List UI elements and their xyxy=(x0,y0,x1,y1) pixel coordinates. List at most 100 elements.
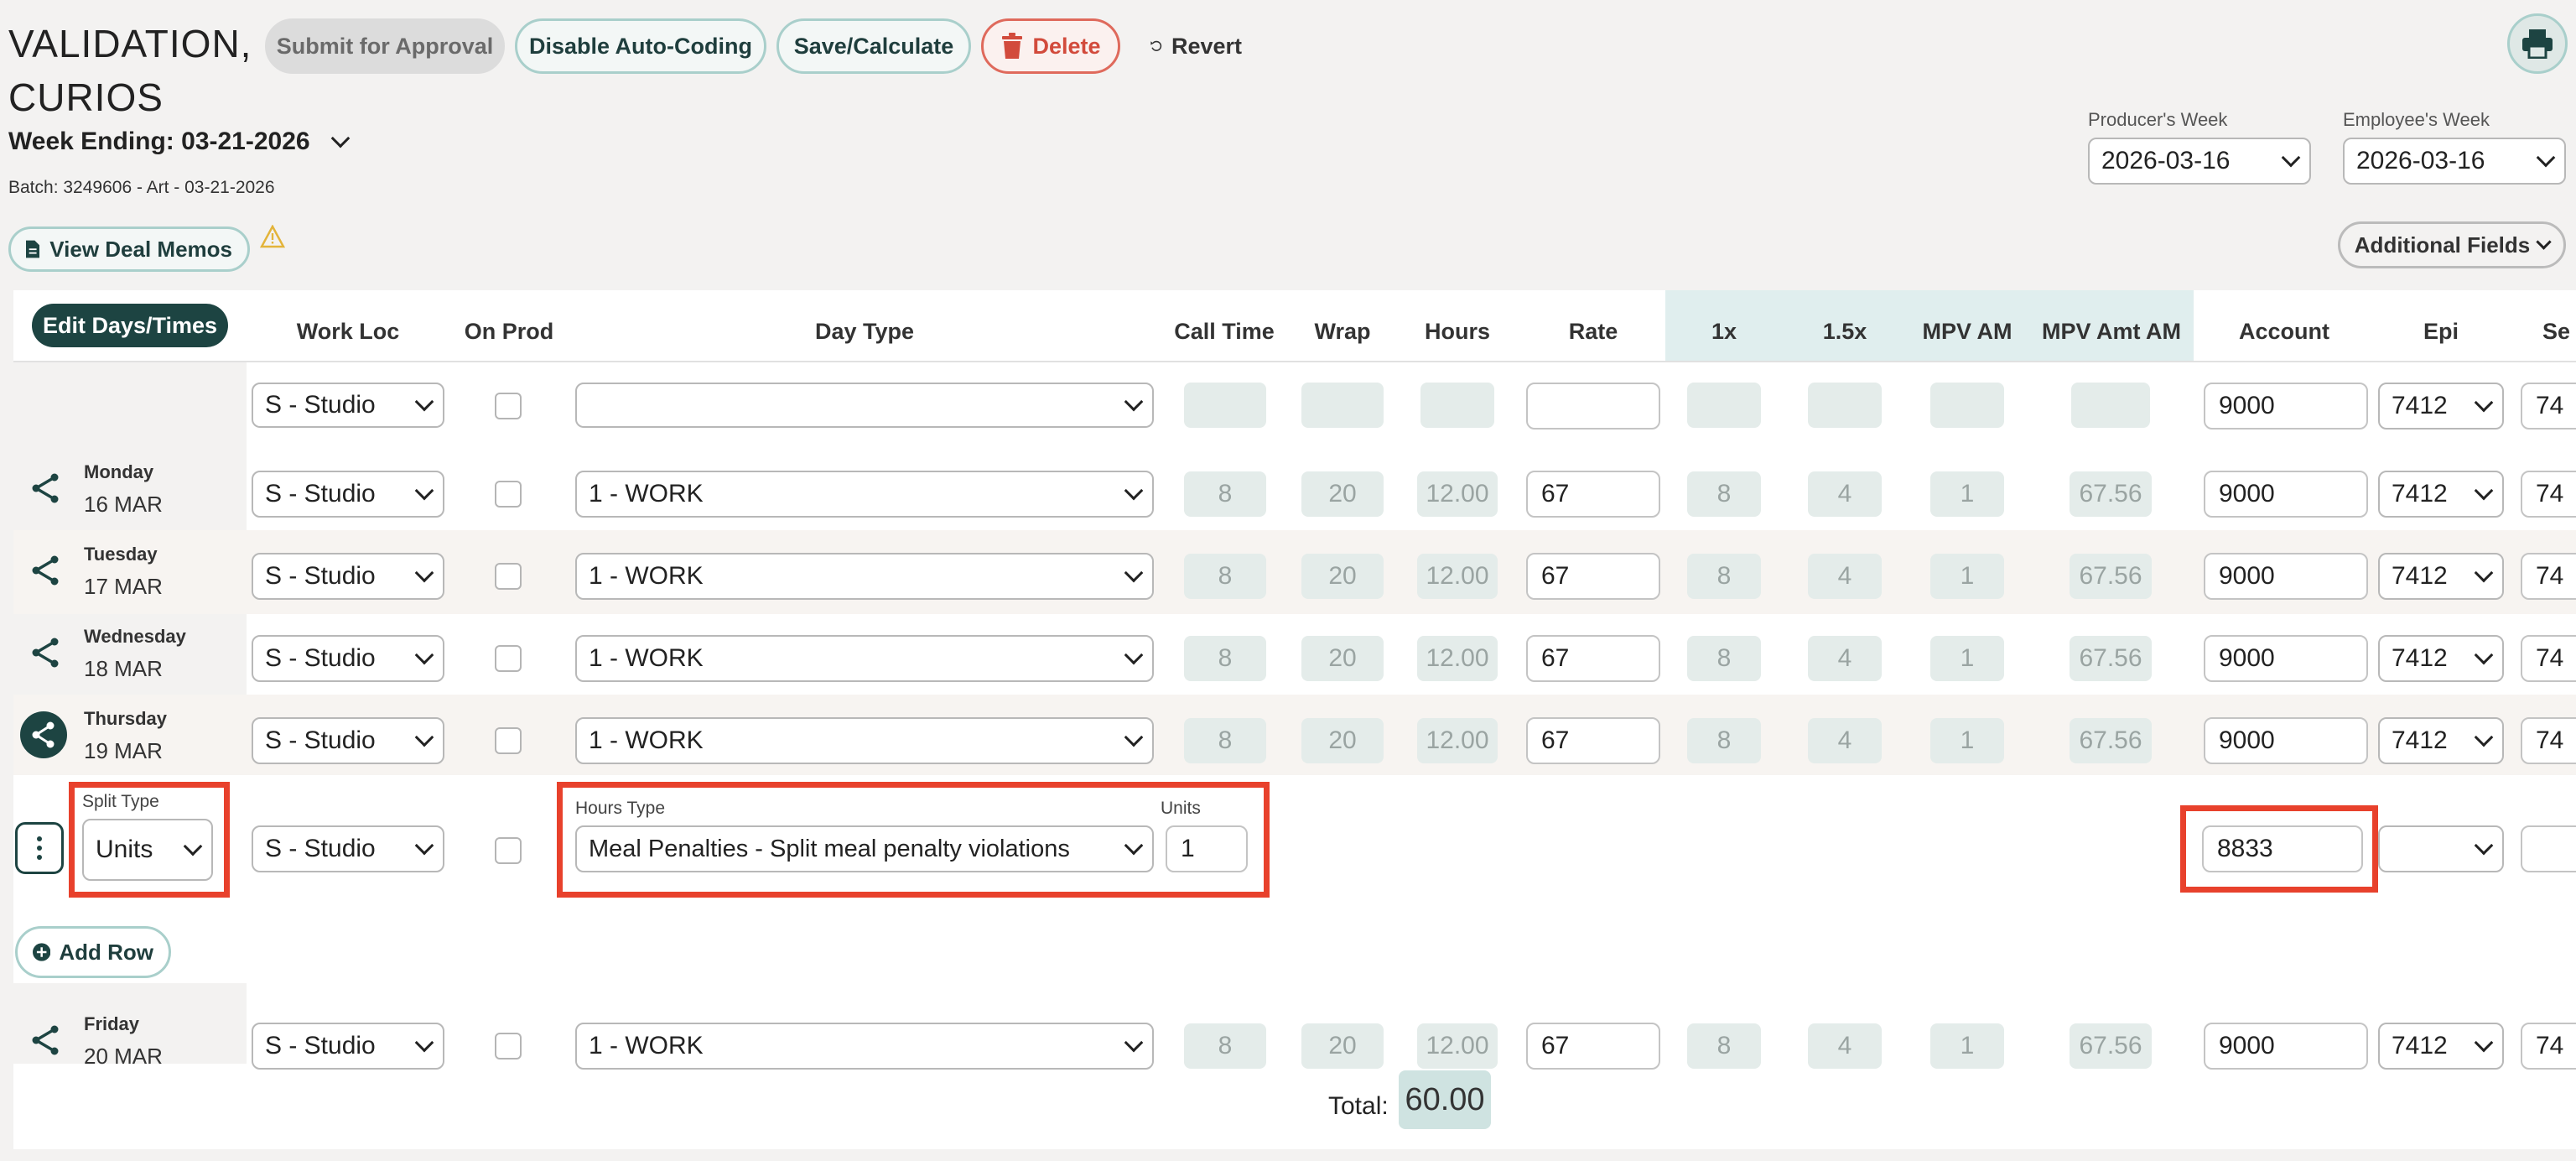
day-type-select[interactable] xyxy=(575,383,1154,428)
call-time-field[interactable] xyxy=(1184,383,1266,428)
revert-icon xyxy=(1150,40,1162,51)
work-loc-select[interactable]: S - Studio xyxy=(252,471,444,518)
producers-week-select[interactable]: 2026-03-16 xyxy=(2088,138,2311,185)
hours-field xyxy=(1420,383,1494,428)
work-loc-select[interactable]: S - Studio xyxy=(252,717,444,764)
account-input[interactable]: 9000 xyxy=(2204,553,2368,600)
se-input[interactable] xyxy=(2521,825,2576,872)
rate-input[interactable]: 67 xyxy=(1526,1023,1660,1070)
se-input[interactable]: 74 xyxy=(2521,383,2576,430)
chevron-down-icon xyxy=(1124,727,1144,747)
mpv-am-field: 1 xyxy=(1930,636,2004,681)
epi-select[interactable] xyxy=(2378,825,2504,872)
view-deal-memos-button[interactable]: View Deal Memos xyxy=(8,226,250,272)
wrap-field[interactable]: 20 xyxy=(1301,718,1384,763)
wrap-field[interactable]: 20 xyxy=(1301,636,1384,681)
se-input[interactable]: 74 xyxy=(2521,553,2576,600)
call-time-field[interactable]: 8 xyxy=(1184,1023,1266,1069)
day-date: 17 MAR xyxy=(84,574,163,599)
x1-field: 8 xyxy=(1687,1023,1761,1069)
work-loc-select[interactable]: S - Studio xyxy=(252,383,444,428)
print-button[interactable] xyxy=(2507,13,2568,74)
rate-input[interactable]: 67 xyxy=(1526,471,1660,518)
col-wrap: Wrap xyxy=(1314,318,1371,344)
chevron-down-icon xyxy=(2536,233,2552,250)
se-input[interactable]: 74 xyxy=(2521,471,2576,518)
wrap-field[interactable]: 20 xyxy=(1301,1023,1384,1069)
epi-select[interactable]: 7412 xyxy=(2378,553,2504,600)
on-prod-checkbox[interactable] xyxy=(495,645,522,672)
call-time-field[interactable]: 8 xyxy=(1184,636,1266,681)
chevron-down-icon xyxy=(414,563,434,583)
call-time-field[interactable]: 8 xyxy=(1184,718,1266,763)
col-on-prod: On Prod xyxy=(464,318,554,344)
week-ending-selector[interactable]: Week Ending: 03-21-2026 xyxy=(8,128,350,156)
se-input[interactable]: 74 xyxy=(2521,635,2576,682)
col-rate: Rate xyxy=(1568,318,1618,344)
se-input[interactable]: 74 xyxy=(2521,1023,2576,1070)
epi-select[interactable]: 7412 xyxy=(2378,635,2504,682)
epi-select[interactable]: 7412 xyxy=(2378,1023,2504,1070)
split-day-button[interactable] xyxy=(27,552,64,593)
wrap-field[interactable]: 20 xyxy=(1301,554,1384,599)
submit-for-approval-button[interactable]: Submit for Approval xyxy=(265,18,505,74)
chevron-down-icon xyxy=(330,128,350,148)
rate-input[interactable]: 67 xyxy=(1526,553,1660,600)
mpv-amt-am-field: 67.56 xyxy=(2070,1023,2152,1069)
day-type-select[interactable]: 1 - WORK xyxy=(575,471,1154,518)
additional-fields-button[interactable]: Additional Fields xyxy=(2338,221,2566,268)
work-loc-select[interactable]: S - Studio xyxy=(252,635,444,682)
mpv-am-field xyxy=(1930,383,2004,428)
revert-button[interactable]: Revert xyxy=(1132,18,1259,74)
add-row-button[interactable]: Add Row xyxy=(15,926,171,978)
rate-input[interactable]: 67 xyxy=(1526,635,1660,682)
on-prod-checkbox[interactable] xyxy=(495,727,522,754)
work-loc-select[interactable]: S - Studio xyxy=(252,825,444,872)
employees-week-select[interactable]: 2026-03-16 xyxy=(2343,138,2566,185)
account-input[interactable]: 9000 xyxy=(2204,635,2368,682)
kebab-icon xyxy=(37,836,42,860)
account-input[interactable]: 9000 xyxy=(2204,383,2368,430)
day-date: 16 MAR xyxy=(84,492,163,517)
rate-input[interactable]: 67 xyxy=(1526,717,1660,764)
wrap-field[interactable] xyxy=(1301,383,1384,428)
day-type-select[interactable]: 1 - WORK xyxy=(575,717,1154,764)
account-input[interactable]: 9000 xyxy=(2204,1023,2368,1070)
split-day-button[interactable] xyxy=(27,634,64,675)
highlight-split-type xyxy=(69,782,230,898)
chevron-down-icon xyxy=(1124,645,1144,665)
mpv-amt-am-field: 67.56 xyxy=(2070,636,2152,681)
work-loc-select[interactable]: S - Studio xyxy=(252,1023,444,1070)
warning-icon xyxy=(260,225,285,248)
save-calculate-button[interactable]: Save/Calculate xyxy=(776,18,971,74)
se-input[interactable]: 74 xyxy=(2521,717,2576,764)
chevron-down-icon xyxy=(414,836,434,856)
rate-input[interactable] xyxy=(1526,383,1660,430)
split-day-button[interactable] xyxy=(20,711,67,763)
chevron-down-icon xyxy=(2474,727,2494,747)
account-input[interactable]: 9000 xyxy=(2204,471,2368,518)
x1-field: 8 xyxy=(1687,471,1761,517)
on-prod-checkbox[interactable] xyxy=(495,393,522,419)
on-prod-checkbox[interactable] xyxy=(495,837,522,864)
on-prod-checkbox[interactable] xyxy=(495,563,522,590)
epi-select[interactable]: 7412 xyxy=(2378,471,2504,518)
epi-select[interactable]: 7412 xyxy=(2378,717,2504,764)
split-row-menu-button[interactable] xyxy=(15,822,64,874)
day-type-select[interactable]: 1 - WORK xyxy=(575,635,1154,682)
edit-days-times-button[interactable]: Edit Days/Times xyxy=(32,304,228,347)
epi-select[interactable]: 7412 xyxy=(2378,383,2504,430)
disable-auto-coding-button[interactable]: Disable Auto-Coding xyxy=(515,18,766,74)
delete-button[interactable]: Delete xyxy=(981,18,1120,74)
split-day-button[interactable] xyxy=(27,1022,64,1063)
split-day-button[interactable] xyxy=(27,470,64,511)
wrap-field[interactable]: 20 xyxy=(1301,471,1384,517)
account-input[interactable]: 9000 xyxy=(2204,717,2368,764)
day-type-select[interactable]: 1 - WORK xyxy=(575,1023,1154,1070)
on-prod-checkbox[interactable] xyxy=(495,481,522,508)
day-type-select[interactable]: 1 - WORK xyxy=(575,553,1154,600)
on-prod-checkbox[interactable] xyxy=(495,1033,522,1059)
call-time-field[interactable]: 8 xyxy=(1184,471,1266,517)
work-loc-select[interactable]: S - Studio xyxy=(252,553,444,600)
call-time-field[interactable]: 8 xyxy=(1184,554,1266,599)
